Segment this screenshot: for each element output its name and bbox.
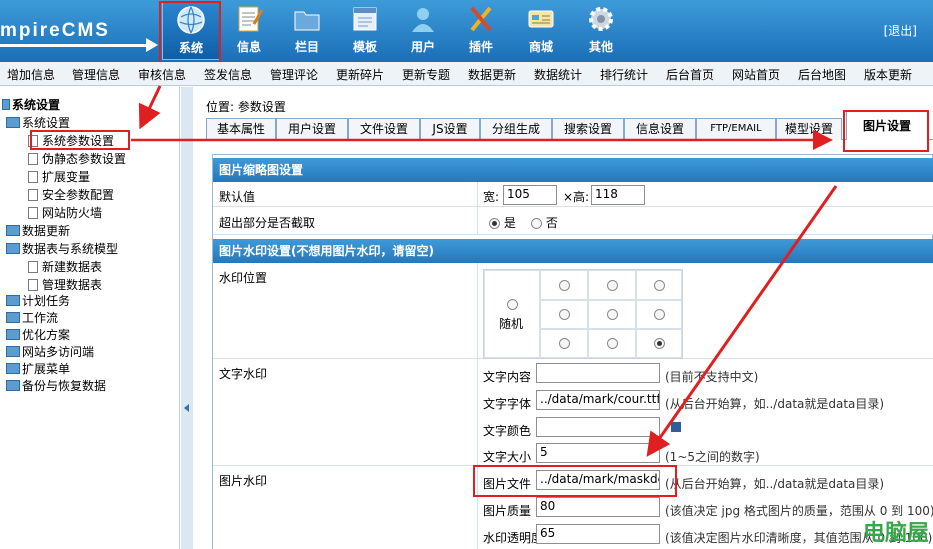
- annotation-arrows: [131, 85, 838, 457]
- annotation-arrow: [138, 85, 162, 130]
- annotation-arrow: [646, 185, 838, 457]
- site-watermark-logo: 电脑屋: [862, 521, 929, 546]
